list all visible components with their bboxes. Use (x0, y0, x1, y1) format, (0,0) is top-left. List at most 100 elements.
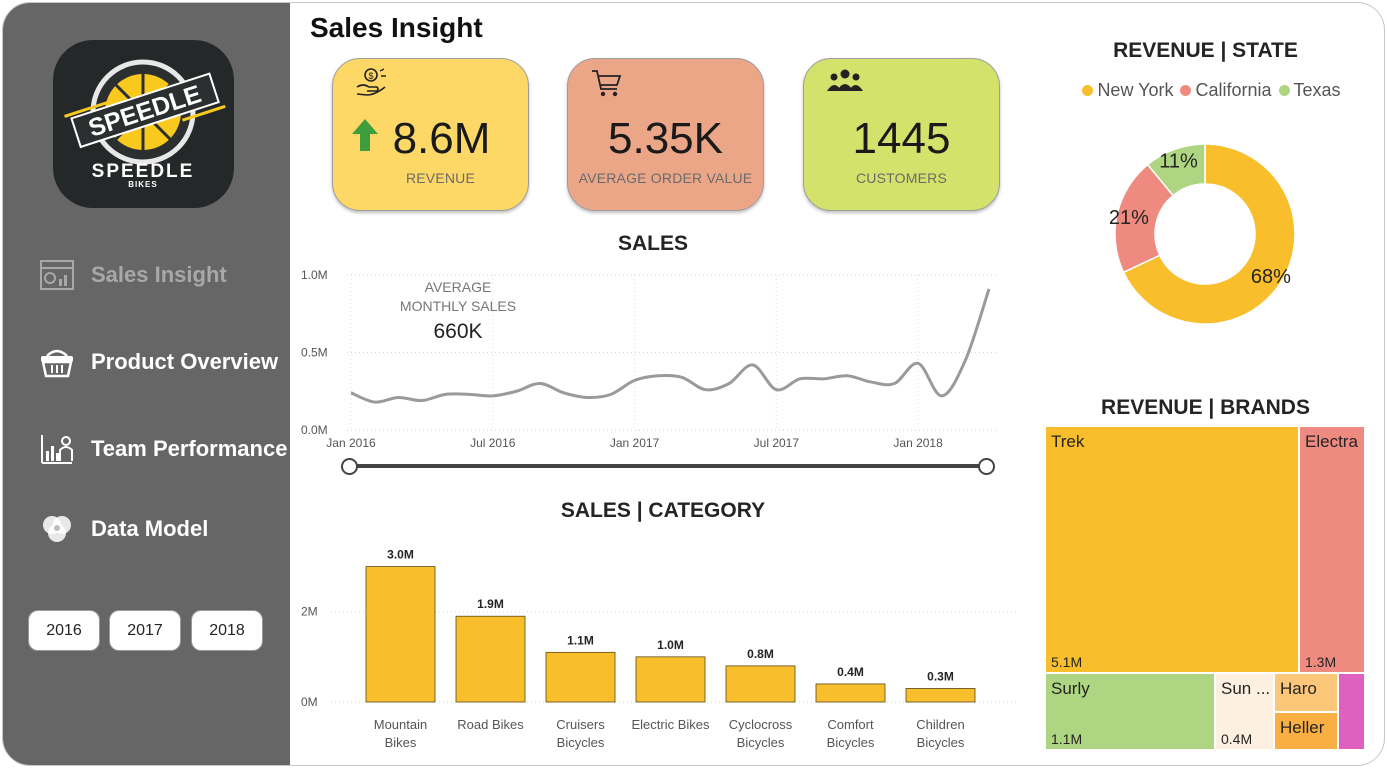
bar-data-label: 1.1M (567, 633, 594, 647)
data-point (350, 391, 353, 394)
category-label: Children (916, 717, 964, 732)
people-group-icon (826, 67, 864, 100)
nav-label: Data Model (91, 516, 209, 541)
annotation-value: 660K (433, 320, 483, 343)
sidebar: SPEEDLE SPEEDLE BIKES Sales Insight Prod… (3, 3, 290, 765)
date-range-start-handle[interactable] (341, 458, 358, 475)
legend-item[interactable]: California (1180, 80, 1272, 101)
data-point (728, 382, 731, 385)
team-chart-icon (37, 431, 77, 467)
data-point (491, 394, 494, 397)
y-tick-label: 0.0M (301, 423, 328, 437)
year-2018-button[interactable]: 2018 (191, 610, 263, 651)
data-point (798, 377, 801, 380)
data-point (515, 390, 518, 393)
treemap-cell-haro[interactable]: Haro (1274, 673, 1338, 712)
treemap-cell-name: Heller (1280, 718, 1325, 737)
legend-label: Texas (1293, 80, 1341, 100)
category-label: Comfort (827, 717, 874, 732)
data-point (633, 379, 636, 382)
bar-data-label: 1.9M (477, 597, 504, 611)
legend-item[interactable]: Texas (1278, 80, 1341, 101)
legend-dot (1082, 85, 1094, 96)
category-label: Bicycles (917, 735, 965, 750)
state-chart-legend: New York California Texas (1065, 80, 1365, 101)
y-tick-label: 0.5M (301, 346, 328, 360)
bar (455, 615, 526, 703)
page-title: Sales Insight (310, 12, 483, 43)
category-label: Mountain (374, 717, 427, 732)
data-point (893, 382, 896, 385)
treemap-cell-sun[interactable]: Sun ... 0.4M (1215, 673, 1274, 750)
year-2016-button[interactable]: 2016 (28, 610, 100, 651)
kpi-revenue-label: REVENUE (405, 170, 476, 186)
legend-item[interactable]: New York (1082, 80, 1173, 101)
category-label: Electric Bikes (631, 717, 710, 732)
category-label: Road Bikes (457, 717, 524, 732)
x-tick-label: Jan 2016 (326, 436, 376, 450)
bar-data-label: 0.4M (837, 665, 864, 679)
treemap-cell-value: 5.1M (1051, 654, 1083, 670)
nav-item-product-overview[interactable]: Product Overview (37, 342, 278, 382)
nav-item-data-model[interactable]: Data Model (37, 509, 208, 549)
brands-chart-title: REVENUE | BRANDS (1101, 396, 1310, 419)
kpi-customers-label: CUSTOMERS (856, 170, 947, 186)
data-point (775, 388, 778, 391)
y-tick-label: 1.0M (301, 268, 328, 282)
bar (905, 688, 976, 703)
bar (725, 665, 796, 703)
data-point (420, 399, 423, 402)
slice-label: 68% (1251, 266, 1291, 288)
data-point (444, 393, 447, 396)
bar (545, 651, 616, 703)
nav-label: Sales Insight (91, 262, 227, 287)
date-range-end-handle[interactable] (978, 458, 995, 475)
bar (815, 683, 886, 703)
treemap-cell-name: Sun ... (1221, 679, 1271, 698)
avg-monthly-sales-annotation: AVERAGE MONTHLY SALES 660K (383, 278, 533, 343)
bar-data-label: 0.8M (747, 647, 774, 661)
data-point (397, 396, 400, 399)
category-label: Bikes (385, 735, 417, 750)
data-point (846, 374, 849, 377)
bar (365, 566, 436, 703)
treemap-cell-electra[interactable]: Electra 1.3M (1299, 426, 1365, 673)
bar-data-label: 1.0M (657, 638, 684, 652)
y-tick-label: 0M (301, 695, 318, 709)
category-label: Cyclocross (729, 717, 793, 732)
y-tick-label: 2M (301, 605, 318, 619)
x-tick-label: Jul 2017 (754, 436, 800, 450)
treemap-cell-name: Haro (1280, 679, 1317, 698)
legend-dot (1180, 85, 1192, 96)
treemap-cell-surly[interactable]: Surly 1.1M (1045, 673, 1215, 750)
sales-category-bar-chart: 0M 2M 3.0M Mountain Bikes 1.9M Road Bikes 1.1M C… (301, 548, 1016, 750)
treemap-cell-value: 0.4M (1221, 731, 1253, 747)
kpi-revenue-card: $ 8.6M REVENUE (332, 58, 529, 211)
nav-label: Team Performance (91, 436, 288, 461)
treemap-cell-trek[interactable]: Trek 5.1M (1045, 426, 1299, 673)
category-label: Cruisers (556, 717, 605, 732)
treemap-cell-name: Trek (1051, 432, 1085, 451)
treemap-cell-heller[interactable]: Heller (1274, 712, 1338, 750)
data-point (917, 362, 920, 365)
annotation-label-2: MONTHLY SALES (399, 298, 517, 314)
kpi-customers-value: 1445 (852, 114, 951, 163)
data-point (373, 401, 376, 404)
date-range-slider-track[interactable] (349, 464, 987, 468)
revenue-state-donut: 68% 21% 11% (1109, 143, 1296, 325)
category-label: Bicycles (827, 735, 875, 750)
bar (635, 656, 706, 703)
category-label: Bicycles (737, 735, 785, 750)
treemap-cell-other[interactable] (1338, 673, 1365, 750)
legend-dot (1278, 85, 1290, 96)
bar-data-label: 0.3M (927, 669, 954, 683)
year-2017-button[interactable]: 2017 (109, 610, 181, 651)
data-point (964, 359, 967, 362)
sales-chart-title: SALES (617, 232, 688, 255)
kpi-customers-card: 1445 CUSTOMERS (803, 58, 1000, 211)
nav-item-sales-insight[interactable]: Sales Insight (37, 255, 227, 295)
nav-item-team-performance[interactable]: Team Performance (37, 429, 287, 469)
slice-label: 11% (1159, 151, 1198, 173)
treemap-cell-value: 1.3M (1305, 654, 1337, 670)
data-point (657, 374, 660, 377)
